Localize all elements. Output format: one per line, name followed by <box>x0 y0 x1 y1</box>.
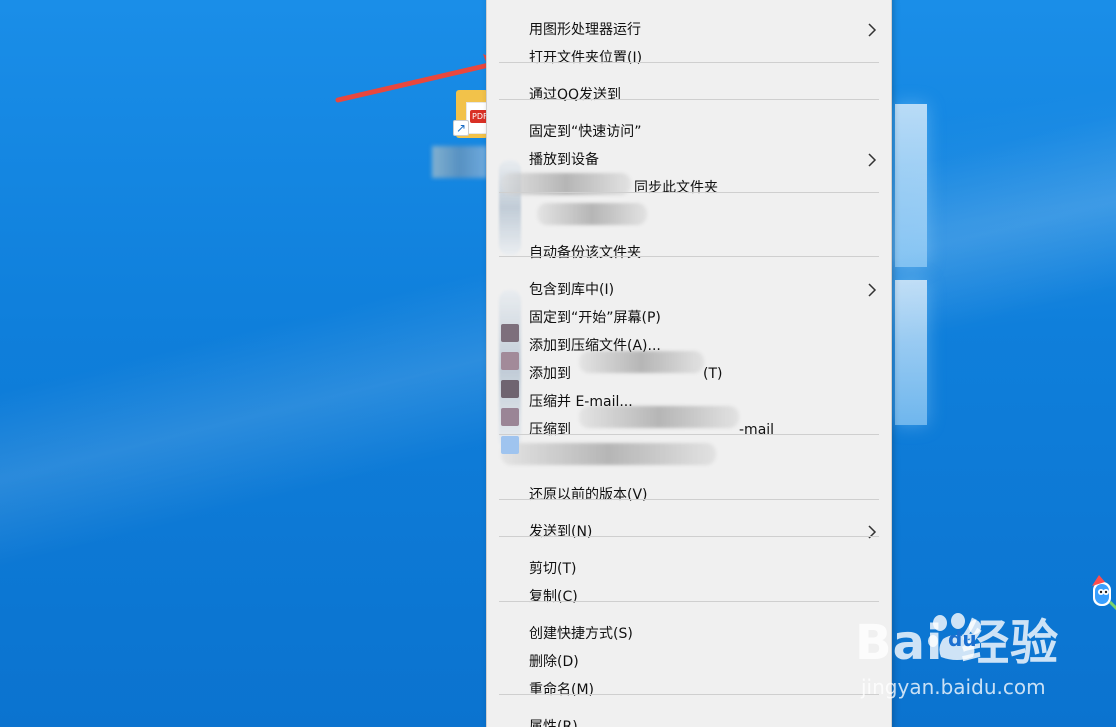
menu-separator <box>499 62 879 63</box>
windows-logo-pane <box>895 104 927 267</box>
chevron-right-icon <box>868 153 877 167</box>
menu-item-restore-previous[interactable]: 还原以前的版本(V) <box>487 481 891 509</box>
menu-item-suffix: (T) <box>703 366 723 382</box>
menu-item-open-folder-location[interactable]: 打开文件夹位置(I) <box>487 44 891 72</box>
menu-item-label: 用图形处理器运行 <box>529 22 641 38</box>
chevron-right-icon <box>868 283 877 297</box>
context-menu[interactable]: 用图形处理器运行 打开文件夹位置(I) 通过QQ发送到 固定到“快速访问” 播放… <box>486 0 892 727</box>
menu-item-properties[interactable]: 属性(R) <box>487 713 891 727</box>
menu-item-pin-quick-access[interactable]: 固定到“快速访问” <box>487 118 891 146</box>
watermark-paw-text: du <box>948 627 977 651</box>
menu-item-suffix: -mail <box>739 422 775 438</box>
icon-label-blur <box>432 146 487 178</box>
menu-item-auto-backup-folder[interactable]: 自动备份该文件夹 <box>487 239 891 267</box>
menu-item-label: 压缩到 <box>529 422 571 438</box>
menu-item-cast-to-device[interactable]: 播放到设备 <box>487 146 891 174</box>
menu-item-pin-start[interactable]: 固定到“开始”屏幕(P) <box>487 304 891 332</box>
menu-separator <box>499 694 879 695</box>
menu-item-label: 自动备份该文件夹 <box>529 245 641 261</box>
chevron-right-icon <box>868 525 877 539</box>
menu-separator <box>499 499 879 500</box>
menu-item-sync-folder[interactable]: 同步此文件夹 <box>487 174 891 202</box>
chevron-right-icon <box>868 23 877 37</box>
menu-item-label: 添加到压缩文件(A)... <box>529 338 661 354</box>
baidu-jingyan-watermark: Bai 经验 du jingyan.baidu.com <box>855 603 1075 713</box>
watermark-url: jingyan.baidu.com <box>861 675 1046 699</box>
menu-item-send-via-qq[interactable]: 通过QQ发送到 <box>487 81 891 109</box>
shortcut-arrow-icon: ↗ <box>453 120 469 136</box>
menu-item-add-to-archive-named[interactable]: 添加到 (T) <box>487 360 891 388</box>
menu-separator <box>499 256 879 257</box>
menu-item-label: 属性(R) <box>529 719 578 727</box>
menu-item-label: 添加到 <box>529 366 571 382</box>
windows-logo <box>895 78 1116 425</box>
menu-item-label: 创建快捷方式(S) <box>529 626 633 642</box>
menu-item-create-shortcut[interactable]: 创建快捷方式(S) <box>487 620 891 648</box>
menu-separator <box>499 99 879 100</box>
menu-item-label: 重命名(M) <box>529 682 595 698</box>
menu-item-copy[interactable]: 复制(C) <box>487 583 891 611</box>
menu-item-add-to-archive[interactable]: 添加到压缩文件(A)... <box>487 332 891 360</box>
menu-separator <box>499 601 879 602</box>
menu-item-label: 固定到“开始”屏幕(P) <box>529 310 661 326</box>
menu-item-label: 复制(C) <box>529 589 578 605</box>
redacted-area <box>501 443 716 465</box>
redacted-area <box>537 203 647 225</box>
mascot-icon <box>1092 575 1116 611</box>
menu-item-cut[interactable]: 剪切(T) <box>487 555 891 583</box>
windows-desktop[interactable]: PDF ↗ 用图形处理器运行 打开文件夹位置(I) 通过QQ发送到 固定到“快速… <box>0 0 1116 727</box>
menu-item-include-library[interactable]: 包含到库中(I) <box>487 276 891 304</box>
menu-item-delete[interactable]: 删除(D) <box>487 648 891 676</box>
menu-item-label: 通过QQ发送到 <box>529 87 622 103</box>
menu-item-compress-email[interactable]: 压缩并 E-mail... <box>487 388 891 416</box>
menu-item-label: 还原以前的版本(V) <box>529 487 648 503</box>
windows-logo-pane <box>895 280 927 425</box>
menu-item-send-to[interactable]: 发送到(N) <box>487 518 891 546</box>
menu-item-label: 剪切(T) <box>529 561 577 577</box>
menu-item-label: 包含到库中(I) <box>529 282 615 298</box>
menu-separator <box>499 434 879 435</box>
menu-separator <box>499 536 879 537</box>
menu-item-label: 播放到设备 <box>529 152 599 168</box>
menu-item-label: 删除(D) <box>529 654 579 670</box>
menu-item-label: 同步此文件夹 <box>634 180 718 196</box>
menu-separator <box>499 192 879 193</box>
menu-item-compress-to-email[interactable]: 压缩到 -mail <box>487 416 891 444</box>
menu-item-gpu-run[interactable]: 用图形处理器运行 <box>487 16 891 44</box>
menu-item-rename[interactable]: 重命名(M) <box>487 676 891 704</box>
menu-item-label: 压缩并 E-mail... <box>529 394 633 410</box>
menu-item-label: 打开文件夹位置(I) <box>529 50 643 66</box>
menu-item-label: 固定到“快速访问” <box>529 124 642 140</box>
menu-item-label: 发送到(N) <box>529 524 593 540</box>
